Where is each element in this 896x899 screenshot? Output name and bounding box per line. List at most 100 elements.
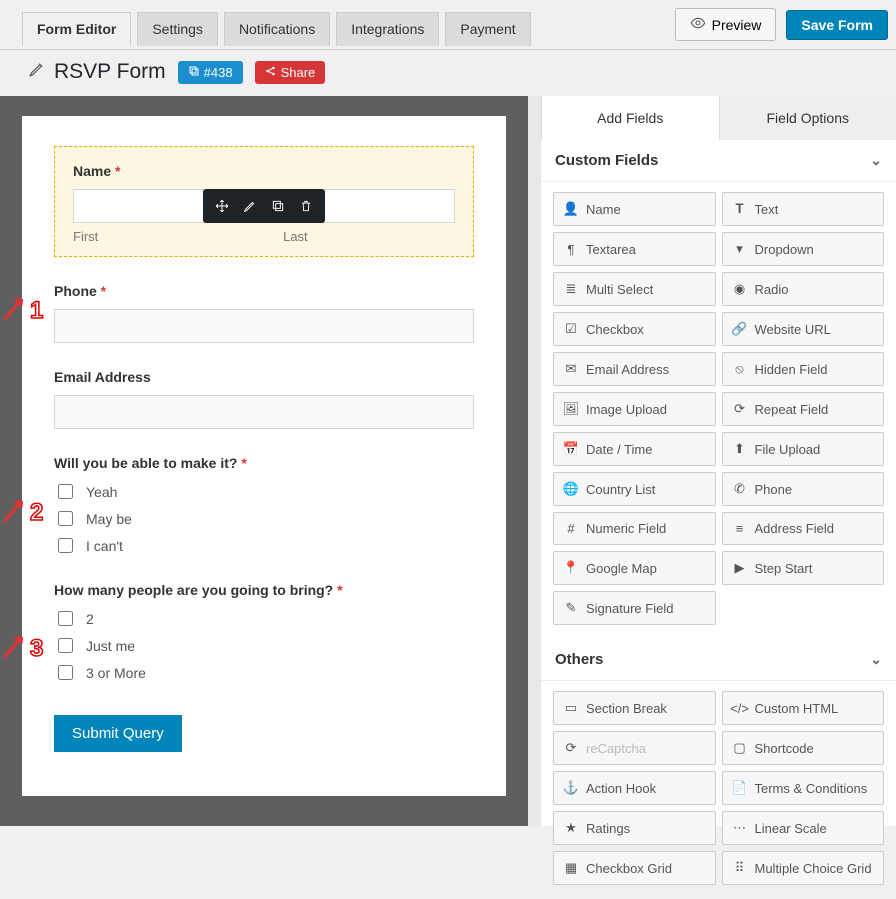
form-id-badge[interactable]: #438 [178,61,243,84]
phone-input[interactable] [54,309,474,343]
field-btn-label: Repeat Field [755,402,829,417]
field-btn-label: Radio [755,282,789,297]
email-input[interactable] [54,395,474,429]
attend-label: Will you be able to make it? * [54,455,474,471]
attend-opt-2[interactable] [58,538,73,553]
field-btn-website-url[interactable]: 🔗Website URL [722,312,885,346]
field-btn-google-map[interactable]: 📍Google Map [553,551,716,585]
field-btn-country-list[interactable]: 🌐Country List [553,472,716,506]
copy-icon [188,65,200,80]
field-btn-label: Country List [586,482,655,497]
tab-add-fields[interactable]: Add Fields [541,96,719,140]
share-badge[interactable]: Share [255,61,326,84]
field-btn-label: Custom HTML [755,701,839,716]
paragraph-icon: ¶ [564,242,578,257]
field-btn-text[interactable]: 𝐓Text [722,192,885,226]
field-btn-signature-field[interactable]: ✎Signature Field [553,591,716,625]
field-btn-phone[interactable]: ✆Phone [722,472,885,506]
field-btn-action-hook[interactable]: ⚓Action Hook [553,771,716,805]
tab-payment[interactable]: Payment [445,12,530,46]
field-btn-linear-scale[interactable]: ⋯ Linear Scale [722,811,885,845]
field-btn-multiple-choice-grid[interactable]: ⠿Multiple Choice Grid [722,851,885,885]
field-btn-checkbox-grid[interactable]: ▦Checkbox Grid [553,851,716,885]
field-name[interactable]: Name * First Last [54,146,474,257]
tab-settings[interactable]: Settings [137,12,218,46]
field-attend[interactable]: Will you be able to make it? * Yeah May … [54,455,474,556]
field-btn-label: Multiple Choice Grid [755,861,872,876]
annotation-3: 3 [30,635,43,663]
section-custom-fields[interactable]: Custom Fields ⌄ [541,140,896,182]
name-label: Name * [73,163,455,179]
field-people[interactable]: How many people are you going to bring? … [54,582,474,683]
field-btn-label: Section Break [586,701,667,716]
field-btn-email-address[interactable]: ✉Email Address [553,352,716,386]
eye-off-icon: ⦸ [733,361,747,377]
field-btn-section-break[interactable]: ▭Section Break [553,691,716,725]
delete-icon[interactable] [295,195,317,217]
scrollbar-gap[interactable] [528,96,540,826]
chevron-down-icon: ⌄ [870,152,882,169]
field-btn-image-upload[interactable]: 🖼Image Upload [553,392,716,426]
tab-notifications[interactable]: Notifications [224,12,330,46]
address-icon: ≡ [733,521,747,536]
move-icon[interactable] [211,195,233,217]
main-nav-tabs: Form Editor Settings Notifications Integ… [22,8,537,42]
section-others[interactable]: Others ⌄ [541,639,896,681]
attend-opt-1[interactable] [58,511,73,526]
field-btn-label: Textarea [586,242,636,257]
field-btn-label: Ratings [586,821,630,836]
field-btn-numeric-field[interactable]: #Numeric Field [553,512,716,545]
field-btn-label: File Upload [755,442,821,457]
field-btn-date-time[interactable]: 📅Date / Time [553,432,716,466]
form-title: RSVP Form [28,60,166,84]
field-btn-label: Google Map [586,561,657,576]
field-btn-ratings[interactable]: ★Ratings [553,811,716,845]
tab-field-options[interactable]: Field Options [719,96,896,140]
phone-icon: ✆ [733,481,747,497]
edit-icon[interactable] [239,195,261,217]
duplicate-icon[interactable] [267,195,289,217]
mail-icon: ✉ [564,361,578,377]
field-email[interactable]: Email Address [54,369,474,429]
field-btn-shortcode[interactable]: ▢ Shortcode [722,731,885,765]
attend-opt-0[interactable] [58,484,73,499]
people-opt-1[interactable] [58,638,73,653]
form-canvas[interactable]: Name * First Last [22,116,506,796]
field-btn-checkbox[interactable]: ☑Checkbox [553,312,716,346]
field-btn-custom-html[interactable]: </> Custom HTML [722,691,885,725]
people-opt-0[interactable] [58,611,73,626]
field-btn-label: Checkbox [586,322,644,337]
field-btn-label: Address Field [755,521,834,536]
anchor-icon: ⚓ [564,780,578,796]
dropdown-icon: ▾ [733,241,747,257]
submit-button[interactable]: Submit Query [54,715,182,752]
field-btn-dropdown[interactable]: ▾Dropdown [722,232,885,266]
document-icon: 📄 [733,780,747,796]
tab-integrations[interactable]: Integrations [336,12,439,46]
field-btn-file-upload[interactable]: ⬆File Upload [722,432,885,466]
people-opt-2[interactable] [58,665,73,680]
field-btn-label: Shortcode [755,741,814,756]
preview-button[interactable]: Preview [675,8,777,41]
field-btn-hidden-field[interactable]: ⦸Hidden Field [722,352,885,386]
last-sub-label: Last [283,229,308,244]
scale-icon: ⋯ [733,820,747,836]
field-btn-label: Checkbox Grid [586,861,672,876]
field-btn-address-field[interactable]: ≡ Address Field [722,512,885,545]
people-label: How many people are you going to bring? … [54,582,474,598]
field-btn-name[interactable]: 👤Name [553,192,716,226]
field-btn-label: Name [586,202,621,217]
field-btn-radio[interactable]: ◉Radio [722,272,885,306]
field-phone[interactable]: Phone * [54,283,474,343]
field-btn-step-start[interactable]: ▶Step Start [722,551,885,585]
field-btn-label: Linear Scale [755,821,827,836]
shortcode-icon: ▢ [733,740,747,756]
field-btn-terms-conditions[interactable]: 📄Terms & Conditions [722,771,885,805]
save-form-button[interactable]: Save Form [786,10,888,40]
field-btn-repeat-field[interactable]: ⟳Repeat Field [722,392,885,426]
tab-form-editor[interactable]: Form Editor [22,12,131,46]
field-btn-multi-select[interactable]: ≣Multi Select [553,272,716,306]
code-icon: </> [733,701,747,716]
field-btn-textarea[interactable]: ¶ Textarea [553,232,716,266]
annotation-1: 1 [30,297,43,325]
